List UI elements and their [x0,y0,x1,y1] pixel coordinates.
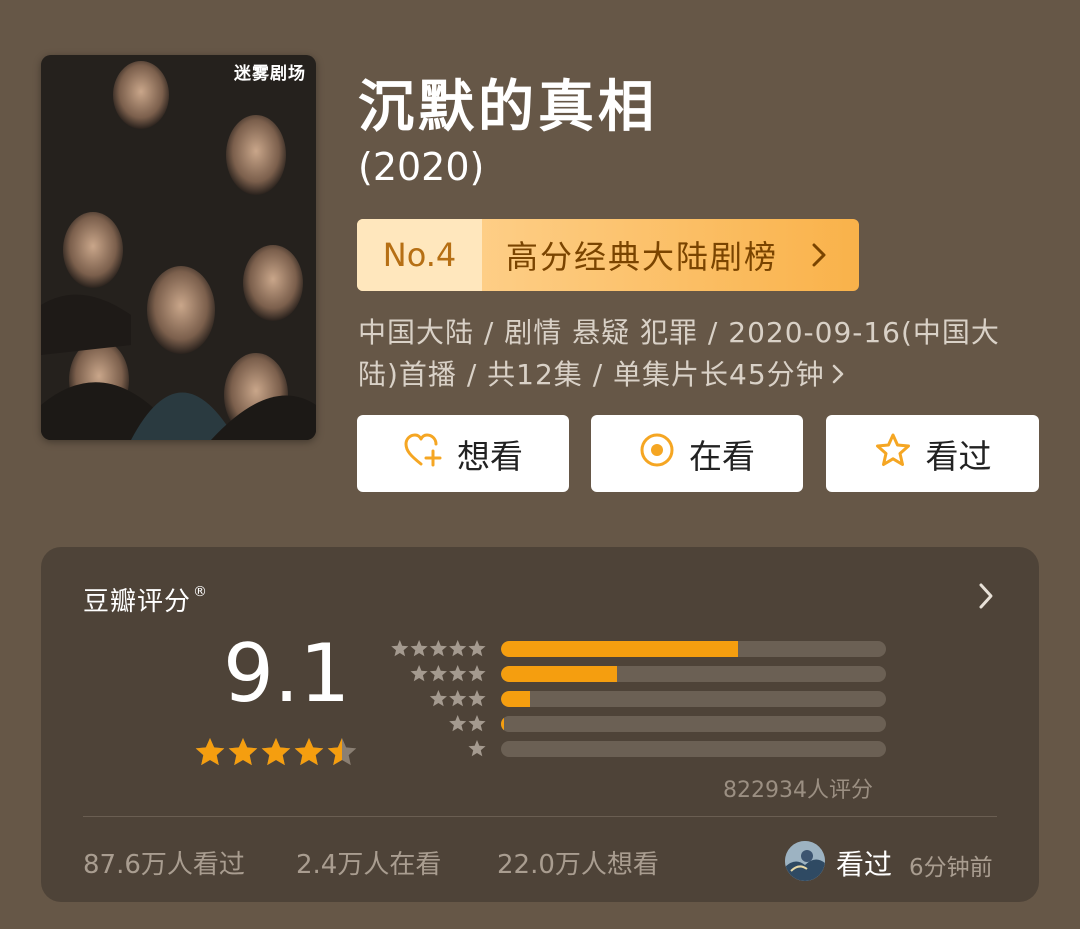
bar-star-icon [429,690,447,707]
meta-text: 中国大陆 / 剧情 悬疑 犯罪 / 2020-09-16(中国大陆)首播 / 共… [358,316,1000,391]
divider [83,816,997,817]
bar-track [501,741,886,757]
movie-detail-page: 迷雾剧场 沉默的真相 (2020) No.4 高分经典大陆剧榜 中国大陆 / 剧… [0,0,1080,929]
bar-stars [389,689,486,713]
page-title: 沉默的真相 [358,75,658,140]
bar-stars [389,664,486,688]
bar-star-icon [449,665,467,682]
rating-score: 9.1 [223,627,351,720]
bar-fill [501,716,504,732]
bar-fill [501,641,738,657]
rating-bar-row [389,639,889,659]
poster-logo: 迷雾剧场 [234,64,306,84]
rank-label: 高分经典大陆剧榜 [506,238,779,276]
rating-bar-row [389,714,889,734]
movie-meta-info[interactable]: 中国大陆 / 剧情 悬疑 犯罪 / 2020-09-16(中国大陆)首播 / 共… [358,312,1018,397]
target-circle-icon [639,432,675,476]
rating-card-title: 豆瓣评分 ® [83,584,209,617]
bar-star-icon [429,665,447,682]
bar-fill [501,691,530,707]
watching-label: 在看 [689,436,755,476]
bar-stars [389,739,486,763]
bar-star-icon [449,715,467,732]
avatar[interactable] [785,841,825,881]
rating-star-filled [228,738,258,766]
rating-bar-row [389,664,889,684]
poster-image[interactable]: 迷雾剧场 [41,55,316,440]
bar-track [501,666,886,682]
ranking-badge[interactable]: No.4 高分经典大陆剧榜 [357,219,859,291]
bar-star-icon [410,640,428,657]
rank-number: No.4 [357,219,482,291]
want-label: 想看 [457,436,523,476]
rating-bar-row [389,739,889,759]
watching-count: 2.4万人在看 [296,850,442,880]
bar-stars [389,639,486,663]
watching-button[interactable]: 在看 [591,415,803,492]
rating-star-filled [294,738,324,766]
watched-label: 看过 [925,436,992,476]
bar-star-icon [429,640,447,657]
bar-star-icon [468,690,486,707]
bar-track [501,716,886,732]
recent-activity-action: 看过 [836,848,893,881]
recent-activity-time: 6分钟前 [909,855,993,881]
heart-plus-icon [403,432,443,476]
rating-star-filled [195,738,225,766]
registered-mark: ® [193,584,209,600]
want-to-watch-button[interactable]: 想看 [357,415,569,492]
bar-star-icon [391,640,409,657]
raters-count: 822934人评分 [723,778,873,803]
bar-stars [389,714,486,738]
bar-track [501,641,886,657]
rating-card[interactable]: 豆瓣评分 ® 9.1 822934人评分 87.6万人看过 2.4万人在看 22.… [41,547,1039,902]
poster-art [41,55,316,440]
bar-track [501,691,886,707]
watched-button[interactable]: 看过 [826,415,1039,492]
bar-star-icon [468,665,486,682]
chevron-right-icon[interactable] [977,581,995,615]
bar-star-icon [449,690,467,707]
chevron-right-icon [831,355,845,397]
bar-star-icon [449,640,467,657]
bar-star-icon [468,740,486,757]
rating-star-filled [261,738,291,766]
score-stars [194,737,359,773]
watched-count: 87.6万人看过 [83,850,245,880]
bar-fill [501,666,617,682]
bar-star-icon [468,640,486,657]
rating-bar-row [389,689,889,709]
star-outline-icon [874,432,912,476]
want-count: 22.0万人想看 [497,850,659,880]
bar-star-icon [468,715,486,732]
release-year: (2020) [358,145,485,189]
bar-star-icon [410,665,428,682]
chevron-right-icon [809,219,859,291]
